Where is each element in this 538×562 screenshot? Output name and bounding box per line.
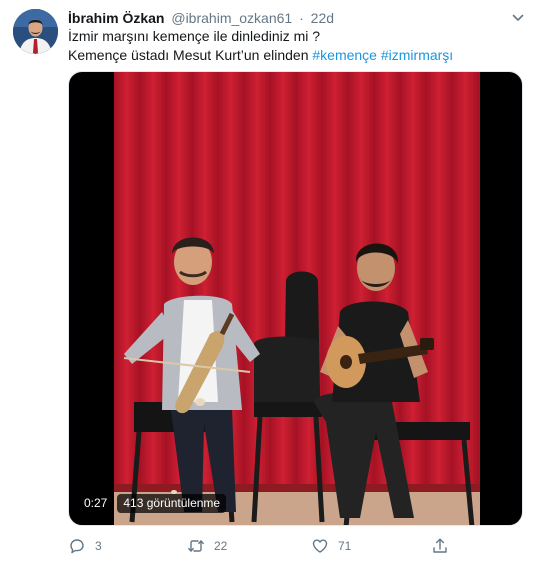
retweet-icon [188,540,204,552]
like-button[interactable]: 71 [311,535,351,557]
video-still-image [114,72,480,525]
like-count: 71 [338,539,352,553]
chevron-down-icon[interactable] [512,12,524,24]
retweet-button[interactable]: 22 [187,535,227,557]
video-frame [114,72,480,525]
tweet-actions: 3 22 71 [0,535,538,557]
tweet-card: İbrahim Özkan @ibrahim_ozkan61 · 22d İzm… [0,0,538,562]
tweet-text-line-1: İzmir marşını kemençe ile dinlediniz mi … [68,28,321,44]
tweet-text: İzmir marşını kemençe ile dinlediniz mi … [68,27,518,65]
tweet-text-prefix: Kemençe üstadı Mesut Kurt’un elinden [68,47,309,63]
hashtag-link[interactable]: #kemençe [312,47,377,63]
share-button[interactable] [431,535,449,557]
separator-dot: · [299,10,304,26]
heart-icon [312,539,328,553]
author-name[interactable]: İbrahim Özkan [68,10,164,26]
video-view-count: 413 görüntülenme [117,494,227,513]
hashtag-link[interactable]: #izmirmarşı [381,47,453,63]
reply-count: 3 [95,539,102,553]
share-icon [433,538,447,553]
video-duration: 0:27 [78,494,114,513]
avatar[interactable] [13,9,58,54]
retweet-count: 22 [214,539,228,553]
timestamp[interactable]: 22d [311,10,334,26]
video-player[interactable]: 0:27 413 görüntülenme [68,71,523,526]
reply-icon [70,539,84,554]
author-handle[interactable]: @ibrahim_ozkan61 [171,10,292,26]
tweet-header: İbrahim Özkan @ibrahim_ozkan61 · 22d [68,9,526,29]
tweet-text-line-2: Kemençe üstadı Mesut Kurt’un elinden #ke… [68,46,518,65]
avatar-photo [13,9,58,54]
reply-button[interactable]: 3 [68,535,102,557]
video-overlay: 0:27 413 görüntülenme [78,494,227,513]
